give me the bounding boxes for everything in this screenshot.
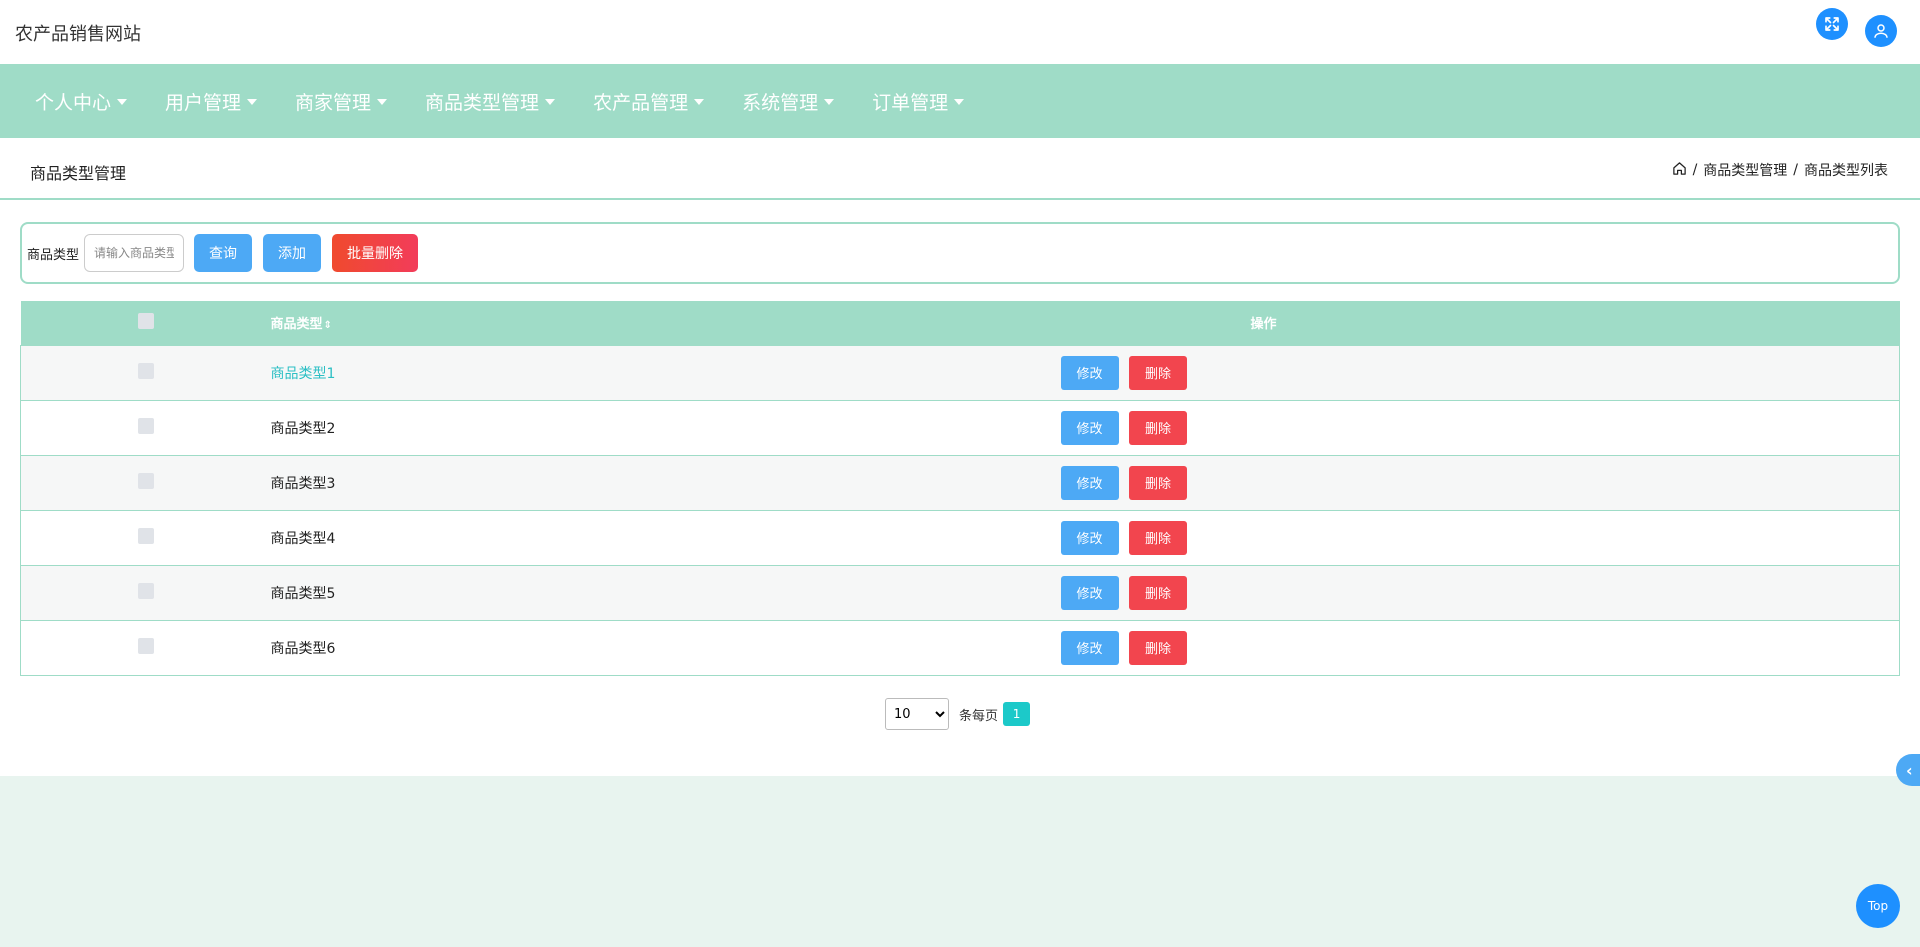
caret-down-icon (824, 99, 835, 105)
product-type-name: 商品类型5 (270, 585, 336, 602)
caret-down-icon (954, 99, 965, 105)
row-checkbox-cell (21, 400, 271, 455)
row-checkbox-cell (21, 345, 271, 400)
per-page-label: 条每页 (959, 708, 999, 724)
delete-button[interactable]: 删除 (1128, 520, 1187, 555)
product-type-name: 商品类型6 (270, 640, 336, 657)
delete-button[interactable]: 删除 (1128, 465, 1187, 500)
edit-button[interactable]: 修改 (1060, 355, 1119, 390)
row-checkbox[interactable] (137, 417, 154, 434)
caret-down-icon (247, 99, 258, 105)
table-row: 商品类型6 修改 删除 (20, 620, 1900, 675)
caret-down-icon (377, 99, 388, 105)
row-checkbox-cell (21, 620, 271, 675)
sort-icon[interactable]: ⇕ (324, 320, 332, 331)
table-row: 商品类型2 修改 删除 (20, 400, 1900, 455)
delete-button[interactable]: 删除 (1128, 410, 1187, 445)
fullscreen-icon[interactable] (1816, 8, 1848, 40)
nav-merchant-management[interactable]: 商家管理 (280, 64, 402, 138)
batch-delete-button[interactable]: 批量删除 (332, 234, 419, 272)
page-title: 商品类型管理 (30, 164, 127, 183)
row-checkbox[interactable] (137, 582, 154, 599)
breadcrumb: / 商品类型管理 / 商品类型列表 (1672, 160, 1888, 180)
header-checkbox-cell (21, 301, 271, 345)
row-actions: 修改 删除 (921, 455, 1900, 510)
table-row: 商品类型4 修改 删除 (20, 510, 1900, 565)
column-header-label: 商品类型 (270, 317, 323, 333)
add-button[interactable]: 添加 (263, 234, 322, 272)
edit-button[interactable]: 修改 (1060, 575, 1119, 610)
page-size-select[interactable]: 10 (885, 698, 949, 730)
product-type-name: 商品类型3 (270, 475, 336, 492)
select-all-checkbox[interactable] (137, 312, 154, 329)
nav-label: 商家管理 (295, 91, 372, 114)
edit-button[interactable]: 修改 (1060, 410, 1119, 445)
breadcrumb-item-current: 商品类型列表 (1804, 163, 1888, 179)
nav-label: 商品类型管理 (425, 91, 540, 114)
edit-button[interactable]: 修改 (1060, 520, 1119, 555)
row-actions: 修改 删除 (921, 400, 1900, 455)
row-checkbox[interactable] (137, 527, 154, 544)
nav-farm-product-management[interactable]: 农产品管理 (578, 64, 719, 138)
delete-button[interactable]: 删除 (1128, 355, 1187, 390)
nav-personal-center[interactable]: 个人中心 (20, 64, 142, 138)
nav-label: 农产品管理 (593, 91, 689, 114)
row-actions: 修改 删除 (921, 345, 1900, 400)
pagination: 10 条每页 1 (885, 698, 1031, 730)
product-type-name: 商品类型2 (270, 420, 336, 437)
nav-order-management[interactable]: 订单管理 (857, 64, 979, 138)
page-header: 商品类型管理 / 商品类型管理 / 商品类型列表 (0, 138, 1920, 200)
main-nav: 个人中心 用户管理 商家管理 商品类型管理 农产品管理 系统管理 订单管理 (0, 64, 1920, 138)
nav-label: 订单管理 (872, 91, 949, 114)
row-actions: 修改 删除 (921, 620, 1900, 675)
breadcrumb-separator: / (1793, 162, 1798, 178)
table-row: 商品类型1 修改 删除 (20, 345, 1900, 400)
nav-label: 个人中心 (35, 91, 112, 114)
nav-label: 用户管理 (165, 91, 242, 114)
search-label: 商品类型 (27, 247, 80, 263)
breadcrumb-item[interactable]: 商品类型管理 (1703, 160, 1787, 180)
row-checkbox[interactable] (137, 637, 154, 654)
column-header-product-type[interactable]: 商品类型⇕ (271, 301, 921, 345)
user-avatar-icon[interactable] (1865, 15, 1897, 47)
main-content: 商品类型管理 / 商品类型管理 / 商品类型列表 商品类型 查询 添加 批量删除… (0, 138, 1920, 776)
site-title: 农产品销售网站 (15, 24, 141, 45)
caret-down-icon (117, 99, 128, 105)
product-type-name: 商品类型4 (270, 530, 336, 547)
caret-down-icon (694, 99, 705, 105)
query-button[interactable]: 查询 (194, 234, 253, 272)
row-checkbox-cell (21, 565, 271, 620)
table-row: 商品类型3 修改 删除 (20, 455, 1900, 510)
row-checkbox[interactable] (137, 472, 154, 489)
breadcrumb-separator: / (1692, 162, 1698, 178)
row-actions: 修改 删除 (921, 510, 1900, 565)
home-icon[interactable] (1672, 161, 1687, 180)
row-checkbox-cell (21, 510, 271, 565)
caret-down-icon (545, 99, 556, 105)
nav-system-management[interactable]: 系统管理 (727, 64, 849, 138)
top-bar: 农产品销售网站 (0, 0, 1920, 64)
nav-label: 系统管理 (742, 91, 819, 114)
nav-product-type-management[interactable]: 商品类型管理 (410, 64, 570, 138)
back-to-top-button[interactable]: Top (1856, 884, 1900, 928)
table-row: 商品类型5 修改 删除 (20, 565, 1900, 620)
table-header-row: 商品类型⇕ 操作 (20, 301, 1900, 345)
page-number-current[interactable]: 1 (1003, 702, 1031, 726)
row-checkbox[interactable] (137, 362, 154, 379)
edit-button[interactable]: 修改 (1060, 630, 1119, 665)
row-actions: 修改 删除 (921, 565, 1900, 620)
edit-button[interactable]: 修改 (1060, 465, 1119, 500)
column-header-actions: 操作 (1250, 317, 1277, 333)
product-type-table: 商品类型⇕ 操作 商品类型1 修改 删除 商品类型2 修改 删除 商品类型3 修… (20, 301, 1900, 676)
delete-button[interactable]: 删除 (1128, 575, 1187, 610)
nav-user-management[interactable]: 用户管理 (150, 64, 272, 138)
row-checkbox-cell (21, 455, 271, 510)
search-form: 商品类型 查询 添加 批量删除 (20, 222, 1900, 284)
search-input[interactable] (84, 234, 185, 272)
delete-button[interactable]: 删除 (1128, 630, 1187, 665)
chevron-left-icon[interactable]: ‹ (1896, 754, 1920, 786)
product-type-name-link[interactable]: 商品类型1 (271, 345, 921, 400)
